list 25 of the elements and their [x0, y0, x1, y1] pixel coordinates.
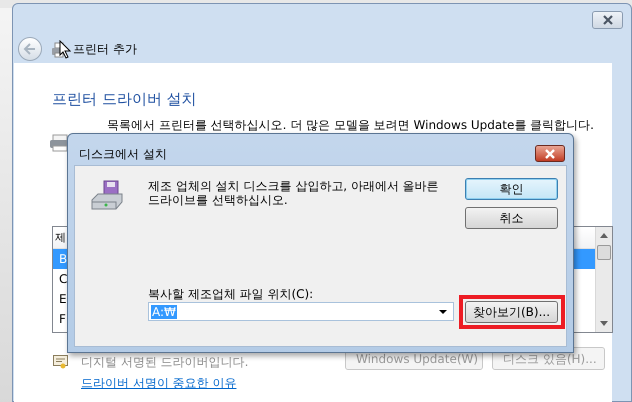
window-title: 프린터 추가 [73, 41, 137, 58]
floppy-drive-icon [90, 180, 124, 212]
scroll-up-icon[interactable] [600, 233, 608, 238]
signature-note: 디지털 서명된 드라이버입니다. [81, 354, 248, 371]
browse-button[interactable]: 찾아보기(B)... [465, 301, 558, 323]
ok-button[interactable]: 확인 [465, 178, 558, 200]
scroll-thumb[interactable] [597, 245, 611, 260]
dropdown-arrow-icon[interactable] [439, 310, 447, 314]
cancel-button[interactable]: 취소 [465, 207, 558, 229]
close-button[interactable] [535, 145, 565, 162]
certificate-icon [53, 355, 68, 370]
location-value: A:₩ [151, 304, 177, 318]
page-heading: 프린터 드라이버 설치 [52, 89, 197, 110]
dialog-title: 디스크에서 설치 [79, 146, 167, 163]
close-icon [544, 148, 556, 158]
close-button[interactable] [592, 11, 623, 29]
scrollbar[interactable] [595, 227, 612, 332]
close-icon [602, 15, 614, 25]
instruction-text: 목록에서 프린터를 선택하십시오. 더 많은 모델을 보려면 Windows Update를 클릭합니다. [107, 118, 594, 132]
scroll-down-icon[interactable] [600, 321, 608, 326]
location-label: 복사할 제조업체 파일 위치(C): [148, 286, 314, 303]
back-arrow-icon [23, 43, 37, 55]
signature-link[interactable]: 드라이버 서명이 중요한 이유 [81, 374, 236, 392]
dialog-message: 제조 업체의 설치 디스크를 삽입하고, 아래에서 올바른 드라이브를 선택하십시오. [148, 179, 440, 207]
cursor-icon [59, 40, 71, 59]
